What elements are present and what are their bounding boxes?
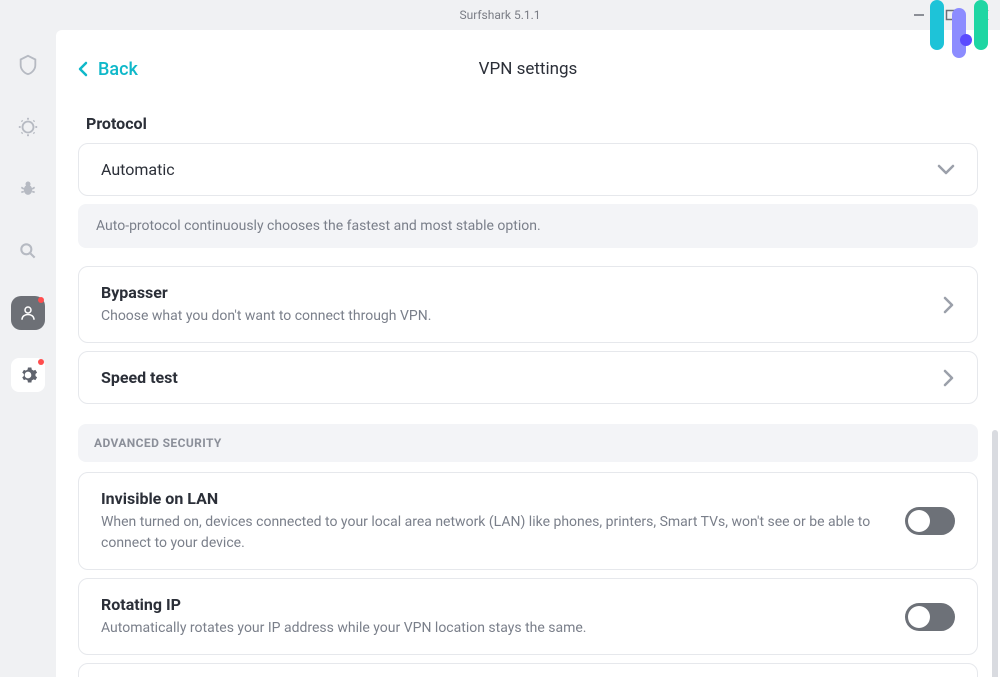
gear-icon — [18, 365, 38, 385]
sidebar-item-alert[interactable] — [11, 110, 45, 144]
search-icon — [18, 241, 38, 261]
speed-test-row[interactable]: Speed test — [78, 351, 978, 404]
window-title: Surfshark 5.1.1 — [459, 8, 540, 22]
bypasser-sub: Choose what you don't want to connect th… — [101, 306, 943, 326]
protocol-selected-value: Automatic — [101, 160, 937, 179]
sidebar-item-settings[interactable] — [11, 358, 45, 392]
sidebar-item-vpn[interactable] — [11, 48, 45, 82]
rotating-ip-toggle[interactable] — [905, 603, 955, 631]
back-button[interactable]: Back — [78, 59, 138, 80]
bypasser-row[interactable]: Bypasser Choose what you don't want to c… — [78, 266, 978, 343]
page-title: VPN settings — [479, 59, 578, 79]
sidebar — [0, 30, 56, 677]
invisible-lan-toggle[interactable] — [905, 507, 955, 535]
chevron-down-icon — [937, 164, 955, 176]
shield-icon — [17, 54, 39, 76]
chevron-left-icon — [78, 61, 88, 77]
protocol-section-label: Protocol — [86, 114, 978, 133]
protocol-hint: Auto-protocol continuously chooses the f… — [78, 204, 978, 248]
bypasser-title: Bypasser — [101, 283, 943, 302]
brand-badge — [922, 0, 1000, 60]
back-label: Back — [98, 59, 138, 80]
protocol-select[interactable]: Automatic — [78, 143, 978, 196]
rotating-ip-sub: Automatically rotates your IP address wh… — [101, 618, 905, 638]
advanced-security-header: ADVANCED SECURITY — [78, 424, 978, 462]
page-header: Back VPN settings — [56, 30, 1000, 108]
bug-icon — [18, 179, 38, 199]
scrollbar[interactable] — [992, 430, 998, 677]
speed-test-title: Speed test — [101, 368, 943, 387]
sidebar-item-account[interactable] — [11, 296, 45, 330]
alert-icon — [17, 116, 39, 138]
invisible-lan-sub: When turned on, devices connected to you… — [101, 512, 905, 553]
chevron-right-icon — [943, 369, 955, 387]
sidebar-item-antivirus[interactable] — [11, 172, 45, 206]
titlebar: Surfshark 5.1.1 — [0, 0, 1000, 30]
notification-dot — [38, 359, 44, 365]
rotating-ip-title: Rotating IP — [101, 595, 905, 614]
invisible-lan-row: Invisible on LAN When turned on, devices… — [78, 472, 978, 570]
user-icon — [19, 304, 37, 322]
invisible-lan-title: Invisible on LAN — [101, 489, 905, 508]
rotating-ip-row: Rotating IP Automatically rotates your I… — [78, 578, 978, 655]
notification-dot — [38, 297, 44, 303]
settings-scroll-area[interactable]: Protocol Automatic Auto-protocol continu… — [56, 108, 1000, 677]
sidebar-item-search[interactable] — [11, 234, 45, 268]
chevron-right-icon — [943, 296, 955, 314]
content-panel: Back VPN settings Protocol Automatic Aut… — [56, 30, 1000, 677]
noborders-row: NoBorders This feature supports internet… — [78, 663, 978, 677]
